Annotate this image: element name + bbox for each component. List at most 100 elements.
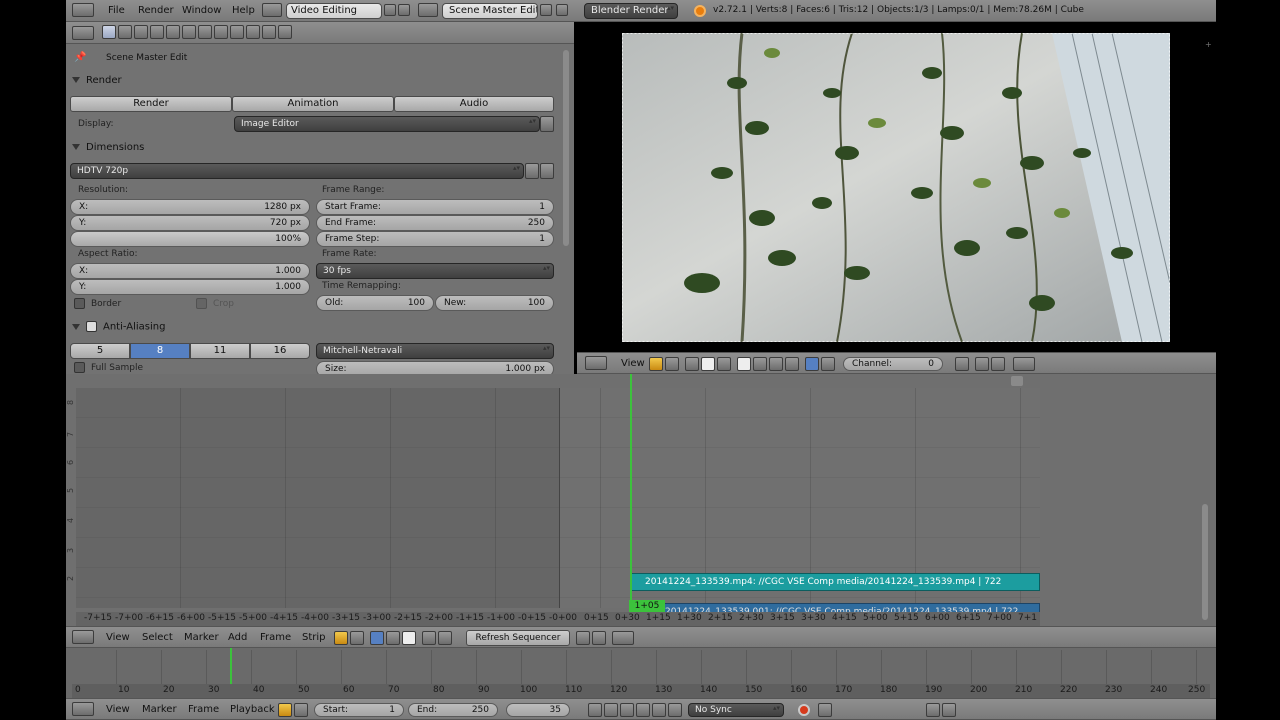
record-icon[interactable]	[798, 704, 810, 716]
insert-keyframe-icon[interactable]	[926, 703, 940, 717]
aa-samples-16[interactable]: 16	[250, 343, 310, 359]
play-icon[interactable]	[636, 703, 650, 717]
frame-step-field[interactable]: Frame Step: 1	[316, 231, 554, 247]
properties-scrollbar[interactable]	[563, 50, 569, 246]
sequencer-playhead[interactable]	[630, 374, 632, 614]
object-tab-icon[interactable]	[166, 25, 180, 39]
display-mode-icon[interactable]	[649, 357, 663, 371]
render-still-icon[interactable]	[576, 631, 590, 645]
size-field[interactable]: Size: 1.000 px	[316, 361, 554, 374]
proxy-icon[interactable]	[955, 357, 969, 371]
display-select[interactable]: Image Editor	[234, 116, 540, 132]
sequencer-menu-view[interactable]: View	[98, 628, 138, 648]
editor-type-icon[interactable]	[585, 356, 607, 370]
world-tab-icon[interactable]	[150, 25, 164, 39]
constraints-tab-icon[interactable]	[182, 25, 196, 39]
sequencer-menu-marker[interactable]: Marker	[176, 628, 227, 648]
aa-samples-8[interactable]: 8	[130, 343, 190, 359]
timeline-playhead[interactable]	[230, 648, 232, 684]
aspect-x-field[interactable]: X: 1.000	[70, 263, 310, 279]
render-section-header[interactable]: Render	[72, 75, 122, 86]
resolution-x-field[interactable]: X: 1280 px	[70, 199, 310, 215]
scene-tab-icon[interactable]	[134, 25, 148, 39]
texture-tab-icon[interactable]	[246, 25, 260, 39]
old-field[interactable]: Old: 100	[316, 295, 434, 311]
sequencer-add-icon[interactable]	[1011, 376, 1023, 386]
physics-tab-icon[interactable]	[278, 25, 292, 39]
new-field[interactable]: New: 100	[435, 295, 554, 311]
channels-icon[interactable]	[701, 357, 715, 371]
sequencer-menu-strip[interactable]: Strip	[294, 628, 334, 648]
render-anim-icon[interactable]	[592, 631, 606, 645]
scopes-icon[interactable]	[612, 631, 634, 645]
particles-tab-icon[interactable]	[262, 25, 276, 39]
overlay-icon[interactable]	[386, 631, 400, 645]
info-editor-icon[interactable]	[72, 3, 94, 17]
end-frame-field[interactable]: End Frame: 250	[316, 215, 554, 231]
screen-layout-icon[interactable]	[262, 3, 282, 17]
show-metadata-icon[interactable]	[821, 357, 835, 371]
menu-file[interactable]: File	[100, 1, 133, 21]
safe-area-icon[interactable]	[785, 357, 799, 371]
add-layout-icon[interactable]	[384, 4, 396, 16]
timeline-menu-marker[interactable]: Marker	[134, 700, 185, 720]
remove-preset-icon[interactable]	[540, 163, 554, 179]
scopes-icon[interactable]	[1013, 357, 1035, 371]
modifiers-tab-icon[interactable]	[198, 25, 212, 39]
resolution-percent-field[interactable]: 100%	[70, 231, 310, 247]
material-tab-icon[interactable]	[230, 25, 244, 39]
delete-keyframe-icon[interactable]	[942, 703, 956, 717]
preview-range-icon[interactable]	[278, 703, 292, 717]
end-frame-field[interactable]: End: 250	[408, 703, 498, 717]
aa-samples-5[interactable]: 5	[70, 343, 130, 359]
view-type-icon[interactable]	[370, 631, 384, 645]
editor-type-icon[interactable]	[72, 630, 94, 644]
display-mode-icon[interactable]	[334, 631, 348, 645]
preview-view-menu[interactable]: View	[613, 354, 653, 374]
editor-type-icon[interactable]	[72, 26, 94, 40]
dimensions-section-header[interactable]: Dimensions	[72, 142, 144, 153]
checker-icon[interactable]	[737, 357, 751, 371]
editor-type-icon[interactable]	[72, 702, 94, 716]
fullscreen-icon[interactable]	[540, 116, 554, 132]
overlay-icon[interactable]	[753, 357, 767, 371]
lock-range-icon[interactable]	[294, 703, 308, 717]
pin-icon[interactable]: 📌	[74, 52, 86, 63]
sequencer-menu-add[interactable]: Add	[220, 628, 255, 648]
jump-start-icon[interactable]	[588, 703, 602, 717]
paste-icon[interactable]	[438, 631, 452, 645]
add-scene-icon[interactable]	[540, 4, 552, 16]
audio-button[interactable]: Audio	[394, 96, 554, 112]
scene-icon[interactable]	[418, 3, 438, 17]
crop-checkbox[interactable]: Crop	[196, 298, 234, 309]
full-sample-checkbox[interactable]: Full Sample	[74, 362, 143, 373]
frame-rate-select[interactable]: 30 fps	[316, 263, 554, 279]
render-button[interactable]: Render	[70, 96, 232, 112]
refresh-sequencer-button[interactable]: Refresh Sequencer	[466, 630, 570, 646]
render-tab-icon[interactable]	[102, 25, 116, 39]
render-layers-tab-icon[interactable]	[118, 25, 132, 39]
preset-select[interactable]: HDTV 720p	[70, 163, 524, 179]
render-preview-icon[interactable]	[975, 357, 989, 371]
opengl-render-icon[interactable]	[991, 357, 1005, 371]
menu-help[interactable]: Help	[224, 1, 263, 21]
timeline-menu-playback[interactable]: Playback	[222, 700, 283, 720]
add-preset-icon[interactable]	[525, 163, 539, 179]
sequencer-menu-frame[interactable]: Frame	[252, 628, 299, 648]
current-frame-field[interactable]: 35	[506, 703, 570, 717]
view-type-icon[interactable]	[685, 357, 699, 371]
sequencer-strip-movie[interactable]: 20141224_133539.mp4: //CGC VSE Comp medi…	[630, 573, 1040, 591]
separate-colors-icon[interactable]	[805, 357, 819, 371]
start-frame-field[interactable]: Start Frame: 1	[316, 199, 554, 215]
sequencer-menu-select[interactable]: Select	[134, 628, 181, 648]
preview-corner-icon[interactable]: +	[1205, 40, 1212, 49]
jump-prev-keyframe-icon[interactable]	[604, 703, 618, 717]
scene-field[interactable]: Scene Master Edit	[442, 3, 538, 19]
play-reverse-icon[interactable]	[620, 703, 634, 717]
remove-scene-icon[interactable]	[556, 4, 568, 16]
animation-button[interactable]: Animation	[232, 96, 394, 112]
remove-layout-icon[interactable]	[398, 4, 410, 16]
aa-samples-11[interactable]: 11	[190, 343, 250, 359]
resolution-y-field[interactable]: Y: 720 px	[70, 215, 310, 231]
jump-end-icon[interactable]	[668, 703, 682, 717]
